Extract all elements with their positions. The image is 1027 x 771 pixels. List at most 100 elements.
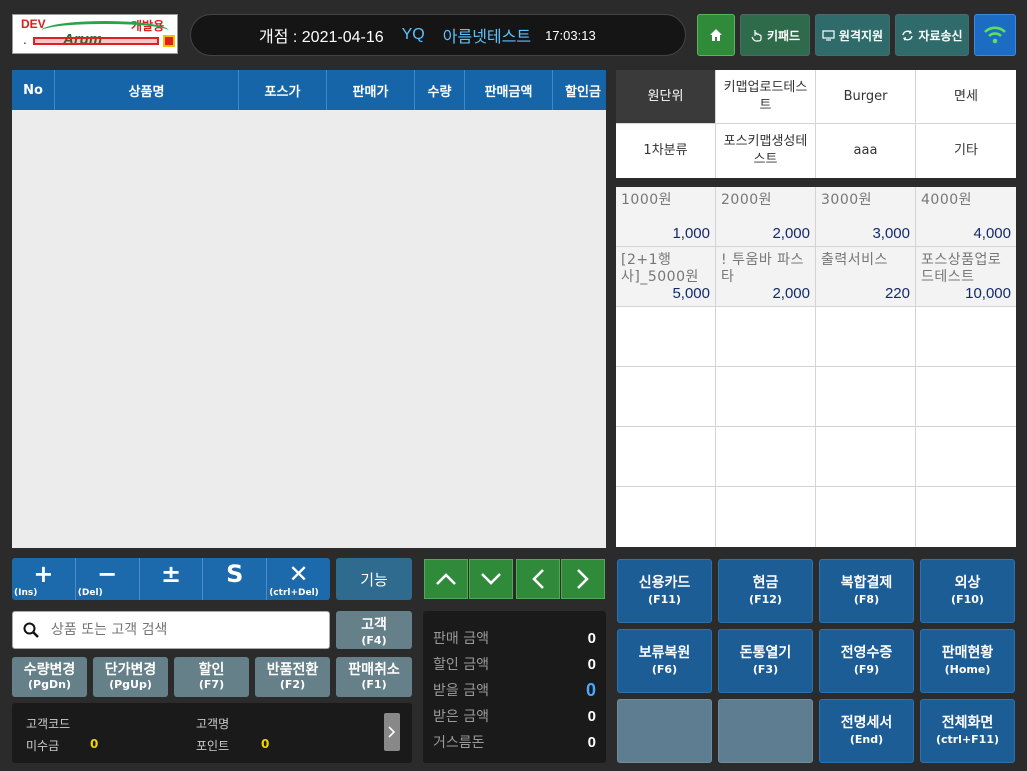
- arrow-up-button[interactable]: [424, 559, 468, 599]
- last-statement-button[interactable]: 전명세서 (End): [819, 699, 914, 763]
- empty-product-slot[interactable]: [916, 367, 1016, 427]
- split-payment-button[interactable]: 복합결제 (F8): [819, 559, 914, 623]
- category-button[interactable]: 기타: [916, 124, 1016, 178]
- sales-table-header: No 상품명 포스가 판매가 수량 판매금액 할인금: [12, 70, 606, 110]
- s-button[interactable]: S: [203, 558, 268, 600]
- remote-support-button[interactable]: 원격지원: [815, 14, 890, 56]
- empty-function-button[interactable]: [718, 699, 813, 763]
- column-header[interactable]: 판매가: [327, 70, 415, 110]
- fullscreen-button[interactable]: 전체화면 (ctrl+F11): [920, 699, 1015, 763]
- product-name: 출력서비스: [821, 252, 888, 268]
- sales-status-button[interactable]: 판매현황 (Home): [920, 629, 1015, 693]
- function-label: 기능: [360, 570, 388, 589]
- empty-function-button[interactable]: [617, 699, 712, 763]
- customer-detail-button[interactable]: [384, 713, 400, 751]
- hold-restore-button[interactable]: 보류복원 (F6): [617, 629, 712, 693]
- shortcut-label: (Home): [944, 663, 991, 677]
- arrow-left-button[interactable]: [516, 559, 560, 599]
- wifi-button[interactable]: [974, 14, 1016, 56]
- change-quantity-button[interactable]: 수량변경 (PgDn): [12, 657, 87, 697]
- data-send-button[interactable]: 자료송신: [895, 14, 969, 56]
- empty-product-slot[interactable]: [816, 367, 916, 427]
- product-button[interactable]: 4000원 4,000: [916, 187, 1016, 247]
- change-price-button[interactable]: 단가변경 (PgUp): [93, 657, 168, 697]
- product-name: 포스상품업로드테스트: [921, 252, 1002, 285]
- chevron-up-icon: [436, 573, 456, 585]
- column-header[interactable]: 포스가: [239, 70, 327, 110]
- product-button[interactable]: 출력서비스 220: [816, 247, 916, 307]
- search-input[interactable]: [51, 622, 311, 638]
- empty-product-slot[interactable]: [816, 427, 916, 487]
- cancel-sale-button[interactable]: 판매취소 (F1): [336, 657, 412, 697]
- button-label: 전영수증: [840, 645, 893, 662]
- add-quantity-button[interactable]: + (Ins): [12, 558, 76, 600]
- empty-product-slot[interactable]: [916, 307, 1016, 367]
- category-button[interactable]: 포스키맵생성테스트: [716, 124, 816, 178]
- credit-card-button[interactable]: 신용카드 (F11): [617, 559, 712, 623]
- product-name: 2000원: [721, 192, 773, 208]
- product-button[interactable]: 2000원 2,000: [716, 187, 816, 247]
- empty-product-slot[interactable]: [616, 307, 716, 367]
- button-label: 할인: [198, 662, 225, 679]
- button-label: 신용카드: [638, 575, 691, 592]
- shortcut-label: (Del): [77, 588, 103, 598]
- button-label: 외상: [954, 575, 981, 592]
- last-receipt-button[interactable]: 전영수증 (F9): [819, 629, 914, 693]
- customer-code-label: 고객코드: [26, 717, 71, 731]
- customer-info-panel: 고객코드 고객명 미수금 0 포인트 0: [12, 703, 412, 763]
- column-header[interactable]: 판매금액: [465, 70, 553, 110]
- product-button[interactable]: 포스상품업로드테스트 10,000: [916, 247, 1016, 307]
- function-button[interactable]: 기능: [336, 558, 412, 600]
- credit-sale-button[interactable]: 외상 (F10): [920, 559, 1015, 623]
- product-button[interactable]: 1000원 1,000: [616, 187, 716, 247]
- category-button[interactable]: 면세: [916, 70, 1016, 124]
- product-price: 2,000: [772, 285, 810, 302]
- product-price: 1,000: [672, 225, 710, 242]
- plus-icon: +: [33, 560, 54, 588]
- empty-product-slot[interactable]: [716, 427, 816, 487]
- category-button[interactable]: 키맵업로드테스트: [716, 70, 816, 124]
- customer-button[interactable]: 고객 (F4): [336, 611, 412, 649]
- shortcut-label: (ctrl+Del): [269, 588, 319, 598]
- subtract-quantity-button[interactable]: − (Del): [76, 558, 140, 600]
- product-button[interactable]: [2+1행사]_5000원 5,000: [616, 247, 716, 307]
- wifi-icon: [984, 26, 1006, 44]
- shortcut-label: (F6): [651, 663, 678, 677]
- app-logo: DEV 개발용 . Arum: [12, 14, 178, 54]
- product-button[interactable]: 3000원 3,000: [816, 187, 916, 247]
- empty-product-slot[interactable]: [916, 487, 1016, 547]
- category-button[interactable]: 원단위: [616, 70, 716, 124]
- arrow-down-button[interactable]: [469, 559, 513, 599]
- empty-product-slot[interactable]: [716, 367, 816, 427]
- column-header[interactable]: 할인금: [553, 70, 606, 110]
- keypad-button[interactable]: 키패드: [740, 14, 810, 56]
- delete-all-button[interactable]: ✕ (ctrl+Del): [267, 558, 330, 600]
- product-price: 5,000: [672, 285, 710, 302]
- empty-product-slot[interactable]: [716, 487, 816, 547]
- product-button[interactable]: ! 투움바 파스타 2,000: [716, 247, 816, 307]
- category-button[interactable]: Burger: [816, 70, 916, 124]
- empty-product-slot[interactable]: [616, 427, 716, 487]
- empty-product-slot[interactable]: [816, 307, 916, 367]
- total-label: 받을 금액: [433, 683, 489, 699]
- plus-minus-button[interactable]: ±: [140, 558, 204, 600]
- empty-product-slot[interactable]: [816, 487, 916, 547]
- open-drawer-button[interactable]: 돈통열기 (F3): [718, 629, 813, 693]
- empty-product-slot[interactable]: [616, 487, 716, 547]
- arrow-right-button[interactable]: [561, 559, 605, 599]
- cash-button[interactable]: 현금 (F12): [718, 559, 813, 623]
- home-icon: [710, 29, 722, 41]
- sales-table-body[interactable]: [12, 110, 606, 548]
- column-header[interactable]: 상품명: [55, 70, 239, 110]
- empty-product-slot[interactable]: [916, 427, 1016, 487]
- empty-product-slot[interactable]: [616, 367, 716, 427]
- empty-product-slot[interactable]: [716, 307, 816, 367]
- column-header[interactable]: No: [12, 70, 55, 110]
- return-switch-button[interactable]: 반품전환 (F2): [255, 657, 330, 697]
- home-button[interactable]: [697, 14, 735, 56]
- column-header[interactable]: 수량: [415, 70, 465, 110]
- category-button[interactable]: 1차분류: [616, 124, 716, 178]
- category-button[interactable]: aaa: [816, 124, 916, 178]
- monitor-icon: [822, 29, 835, 41]
- discount-button[interactable]: 할인 (F7): [174, 657, 249, 697]
